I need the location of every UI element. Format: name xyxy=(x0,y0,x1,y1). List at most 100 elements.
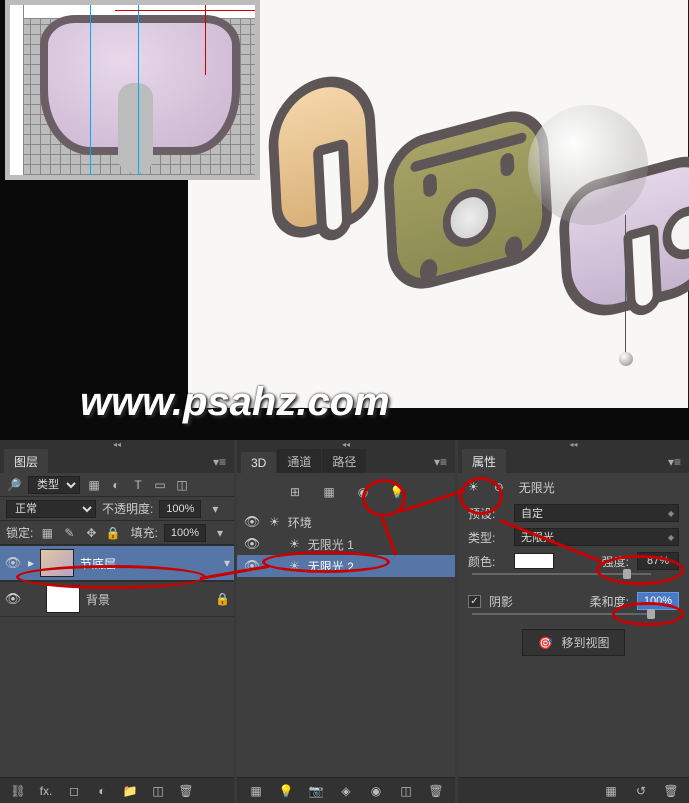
light-icon: ☀ xyxy=(289,559,300,573)
render-icon[interactable]: ▦ xyxy=(603,783,619,799)
panel-tabs: 3D 通道 路径 ▾≡ xyxy=(237,451,455,473)
color-label: 颜色: xyxy=(468,553,506,570)
3d-text-char-1[interactable] xyxy=(266,64,380,246)
3d-footer: ▦ 💡 📷 ◈ ◉ ◫ 🗑 xyxy=(237,777,455,803)
watermark: www.psahz.com xyxy=(80,380,390,425)
panel-menu-icon[interactable]: ▾≡ xyxy=(660,451,689,473)
material-filter-icon[interactable]: ◉ xyxy=(355,484,371,500)
lock-fill-row: 锁定: ▦ ✎ ✥ 🔒 填充: 100% ▾ xyxy=(0,521,234,545)
new-layer-icon[interactable]: ◫ xyxy=(150,783,166,799)
filter-text-icon[interactable]: T xyxy=(130,477,146,493)
filter-adjust-icon[interactable]: ◐ xyxy=(108,477,124,493)
light-filter-icon[interactable]: 💡 xyxy=(389,484,405,500)
move-to-view-button[interactable]: 🎯 移到视图 xyxy=(522,629,624,656)
trash-icon[interactable]: 🗑 xyxy=(178,783,194,799)
light-type-icon: ☀ xyxy=(468,480,479,494)
3d-text-char-2[interactable] xyxy=(382,101,554,298)
mesh-filter-icon[interactable]: ▦ xyxy=(321,484,337,500)
visibility-toggle-icon[interactable]: 👁 xyxy=(4,555,22,571)
visibility-toggle-icon[interactable]: 👁 xyxy=(4,591,22,607)
tab-layers[interactable]: 图层 xyxy=(4,449,48,473)
intensity-input[interactable]: 87% xyxy=(637,552,679,570)
tab-3d[interactable]: 3D xyxy=(241,452,276,473)
slider-thumb[interactable] xyxy=(647,609,655,619)
scene-filter-icon[interactable]: ⊞ xyxy=(287,484,303,500)
layer-row[interactable]: 👁 ▸ 节底层 ▾ xyxy=(0,545,234,581)
dropdown-icon[interactable]: ▾ xyxy=(212,525,228,541)
panel-menu-icon[interactable]: ▾≡ xyxy=(205,451,234,473)
tab-channels[interactable]: 通道 xyxy=(277,449,321,473)
guide-line[interactable] xyxy=(90,5,91,175)
preset-row: 预设: 自定 xyxy=(458,501,689,525)
fx-icon[interactable]: fx. xyxy=(38,783,54,799)
panel-group: ◂◂ 图层 ▾≡ 🔎 类型 ▦ ◐ T ▭ ◫ 正常 不透明度: 100% ▾ … xyxy=(0,440,689,803)
list-item[interactable]: 👁 ☀ 无限光 2 xyxy=(237,555,455,577)
group-icon[interactable]: 📁 xyxy=(122,783,138,799)
softness-slider[interactable] xyxy=(458,613,689,623)
filter-kind-select[interactable]: 类型 xyxy=(28,476,80,494)
slider-thumb[interactable] xyxy=(623,569,631,579)
visibility-toggle-icon[interactable]: 👁 xyxy=(243,536,261,552)
light-handle-line xyxy=(625,215,626,355)
expand-triangle-icon[interactable]: ▸ xyxy=(28,556,34,570)
opacity-input[interactable]: 100% xyxy=(159,500,201,518)
main-viewport[interactable] xyxy=(188,0,689,408)
light-handle-ball[interactable] xyxy=(619,352,633,366)
material-icon[interactable]: ◉ xyxy=(368,783,384,799)
dropdown-icon[interactable]: ▾ xyxy=(207,501,223,517)
environment-icon: ☀ xyxy=(269,515,280,529)
item-label: 无限光 1 xyxy=(308,536,354,553)
blend-mode-select[interactable]: 正常 xyxy=(6,500,96,518)
link-icon[interactable]: ⛓ xyxy=(10,783,26,799)
shadow-checkbox[interactable]: ✓ xyxy=(468,595,481,608)
fill-input[interactable]: 100% xyxy=(164,524,206,542)
lock-paint-icon[interactable]: ✎ xyxy=(61,525,77,541)
intensity-slider[interactable] xyxy=(458,573,689,583)
trash-icon[interactable]: 🗑 xyxy=(428,783,444,799)
property-title: 无限光 xyxy=(519,479,555,496)
softness-input[interactable]: 100% xyxy=(637,592,679,610)
nav-thumbnail-view[interactable] xyxy=(5,0,260,180)
layer-name[interactable]: 背景 xyxy=(86,591,209,608)
lock-transparent-icon[interactable]: ▦ xyxy=(39,525,55,541)
mesh-icon[interactable]: ◈ xyxy=(338,783,354,799)
camera-icon[interactable]: 📷 xyxy=(308,783,324,799)
color-swatch[interactable] xyxy=(514,553,554,569)
filter-image-icon[interactable]: ▦ xyxy=(86,477,102,493)
render-icon[interactable]: ▦ xyxy=(248,783,264,799)
3d-text-char-3[interactable] xyxy=(557,147,689,328)
list-item[interactable]: 👁 ☀ 无限光 1 xyxy=(237,533,455,555)
tab-paths[interactable]: 路径 xyxy=(322,449,366,473)
filter-shape-icon[interactable]: ▭ xyxy=(152,477,168,493)
layer-name[interactable]: 节底层 xyxy=(80,555,218,572)
props-footer: ▦ ↺ 🗑 xyxy=(458,777,689,803)
coords-icon[interactable]: ⊕ xyxy=(491,479,507,495)
3d-panel: ◂◂ 3D 通道 路径 ▾≡ ⊞ ▦ ◉ 💡 👁 ☀ 环境 👁 ☀ 无限光 1 xyxy=(237,440,455,803)
layer-thumbnail[interactable] xyxy=(40,549,74,577)
mask-icon[interactable]: ◻ xyxy=(66,783,82,799)
lock-icon: 🔒 xyxy=(215,592,230,606)
lock-all-icon[interactable]: 🔒 xyxy=(105,525,121,541)
tab-properties[interactable]: 属性 xyxy=(462,449,506,473)
adjustment-icon[interactable]: ◐ xyxy=(94,783,110,799)
reset-icon[interactable]: ↺ xyxy=(633,783,649,799)
lock-move-icon[interactable]: ✥ xyxy=(83,525,99,541)
document-canvas[interactable] xyxy=(188,0,688,408)
3d-filter-row: ⊞ ▦ ◉ 💡 xyxy=(237,479,455,505)
new-icon[interactable]: ◫ xyxy=(398,783,414,799)
color-intensity-row: 颜色: 强度: 87% xyxy=(458,549,689,573)
guide-line[interactable] xyxy=(138,5,139,175)
light-add-icon[interactable]: 💡 xyxy=(278,783,294,799)
panel-menu-icon[interactable]: ▾≡ xyxy=(426,451,455,473)
target-icon: 🎯 xyxy=(537,635,553,651)
layer-thumbnail[interactable] xyxy=(46,585,80,613)
filter-smart-icon[interactable]: ◫ xyxy=(174,477,190,493)
dropdown-icon[interactable]: ▾ xyxy=(224,556,230,570)
layer-row[interactable]: 👁 背景 🔒 xyxy=(0,581,234,617)
item-label: 无限光 2 xyxy=(308,558,354,575)
trash-icon[interactable]: 🗑 xyxy=(663,783,679,799)
visibility-toggle-icon[interactable]: 👁 xyxy=(243,514,261,530)
list-item[interactable]: 👁 ☀ 环境 xyxy=(237,511,455,533)
preset-select[interactable]: 自定 xyxy=(514,504,679,522)
properties-panel: ◂◂ 属性 ▾≡ ☀ ⊕ 无限光 预设: 自定 类型: 无限光 颜色: 强度: … xyxy=(458,440,689,803)
